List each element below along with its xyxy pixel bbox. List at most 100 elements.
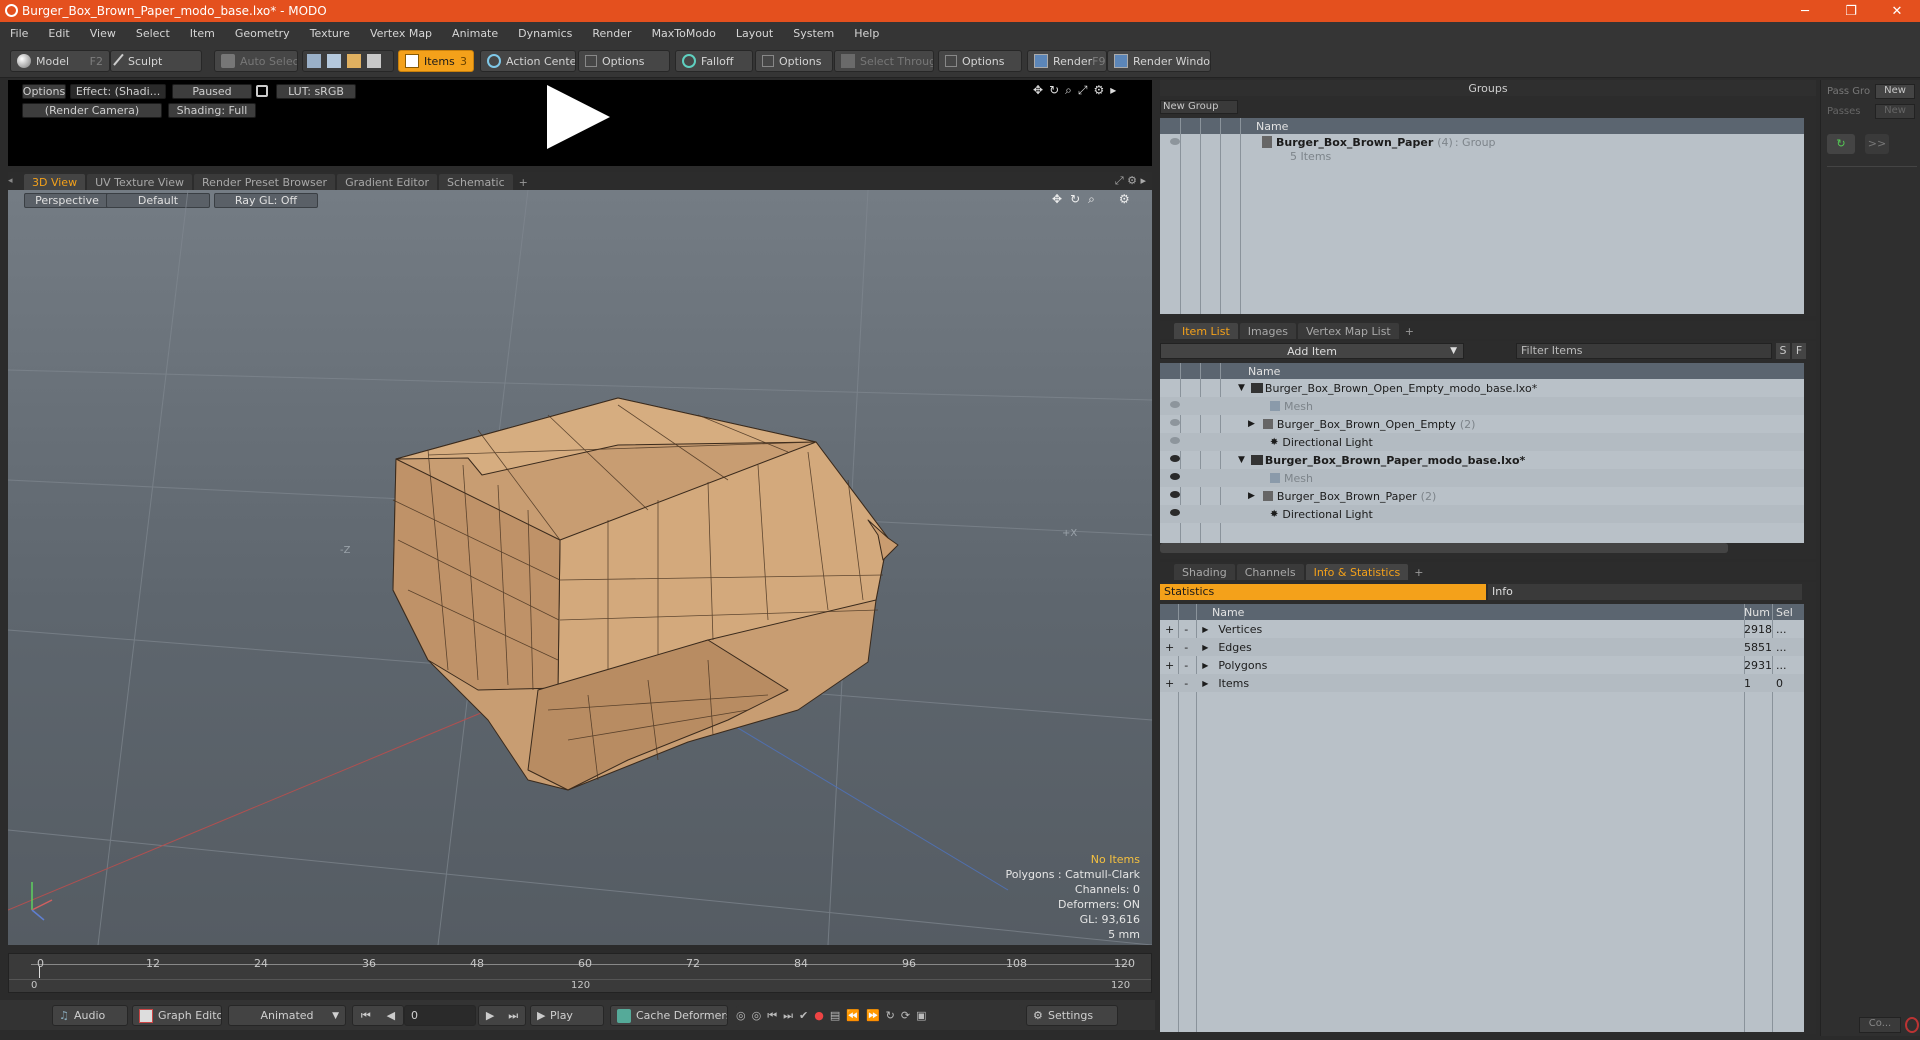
menu-item[interactable]: Item (180, 27, 225, 40)
render-window-button[interactable]: Render Window (1107, 50, 1211, 72)
graph-editor-button[interactable]: Graph Editor (132, 1005, 222, 1026)
first-frame-icon[interactable]: ⏮ (361, 1009, 371, 1023)
list-item[interactable]: ▶ Burger_Box_Brown_Paper (2) (1160, 487, 1804, 505)
visibility-eye-icon[interactable] (1170, 401, 1180, 408)
next-key-icon[interactable]: ⏭ (783, 1009, 793, 1023)
group-row[interactable]: Burger_Box_Brown_Paper (4) : Group 5 Ite… (1160, 134, 1804, 163)
groups-list[interactable]: Name Burger_Box_Brown_Paper (4) : Group … (1160, 118, 1804, 314)
tab-gradient-editor[interactable]: Gradient Editor (337, 174, 437, 190)
plus-icon[interactable]: + (1165, 623, 1174, 636)
skip-forward-icon[interactable]: ⏩ (866, 1009, 880, 1022)
tab-vertex-map-list[interactable]: Vertex Map List (1297, 323, 1399, 339)
auto-key-icon[interactable]: ✔ (799, 1009, 808, 1022)
menu-vertex-map[interactable]: Vertex Map (360, 27, 442, 40)
minus-icon[interactable]: - (1184, 641, 1188, 654)
table-row[interactable]: + - ▶ Vertices 2918 ... (1160, 620, 1804, 638)
cache-deformers-button[interactable]: Cache Deformers (610, 1005, 728, 1026)
record-icon[interactable]: ● (814, 1009, 824, 1022)
close-button[interactable]: ✕ (1874, 0, 1920, 22)
minimize-button[interactable]: ─ (1782, 0, 1828, 22)
menu-maxtomodo[interactable]: MaxToModo (642, 27, 726, 40)
move-icon[interactable]: ✥ (1033, 83, 1043, 97)
select-through-button[interactable]: Select Through (834, 50, 934, 72)
key-icon[interactable]: ◎ (736, 1009, 746, 1022)
vertex-mode-icon[interactable] (307, 54, 321, 68)
skip-back-icon[interactable]: ⏪ (846, 1009, 860, 1022)
select-through-options-button[interactable]: Options (938, 50, 1022, 72)
menu-dynamics[interactable]: Dynamics (508, 27, 582, 40)
minus-icon[interactable]: - (1184, 623, 1188, 636)
stop-icon[interactable] (1905, 1017, 1919, 1033)
sync-icon[interactable]: ⟳ (901, 1009, 910, 1022)
new-group-button[interactable]: New Group (1160, 100, 1238, 114)
add-tab-button[interactable]: + (1410, 564, 1427, 580)
statistics-tab[interactable]: Statistics (1160, 584, 1486, 600)
falloff-button[interactable]: Falloff (675, 50, 753, 72)
visibility-eye-icon[interactable] (1170, 455, 1180, 462)
tab-schematic[interactable]: Schematic (439, 174, 513, 190)
polygon-mode-icon[interactable] (347, 54, 361, 68)
tab-item-list[interactable]: Item List (1174, 323, 1238, 339)
expand-arrow-icon[interactable]: ▶ (1202, 643, 1208, 652)
new-pass-group-button[interactable]: New (1875, 84, 1915, 99)
falloff-options-button[interactable]: Options (755, 50, 833, 72)
preview-camera-dropdown[interactable]: (Render Camera) (22, 103, 162, 118)
action-center-button[interactable]: Action Center (480, 50, 576, 72)
model-mode-button[interactable]: Model F2 (10, 50, 110, 72)
arrow-right-icon[interactable]: ▸ (1110, 83, 1116, 97)
key-filter-icon[interactable]: ▤ (830, 1009, 840, 1022)
add-tab-button[interactable]: + (515, 174, 532, 190)
list-item[interactable]: ▼ Burger_Box_Brown_Open_Empty_modo_base.… (1160, 379, 1804, 397)
plus-icon[interactable]: + (1165, 641, 1174, 654)
list-item[interactable]: ✸ Directional Light (1160, 433, 1804, 451)
expand-arrow-icon[interactable]: ▶ (1202, 679, 1208, 688)
expand-arrow-icon[interactable]: ▶ (1248, 491, 1255, 501)
rotate-icon[interactable]: ↻ (1049, 83, 1059, 97)
menu-geometry[interactable]: Geometry (225, 27, 300, 40)
preview-lut-dropdown[interactable]: LUT: sRGB (276, 84, 356, 99)
sculpt-mode-button[interactable]: Sculpt (110, 50, 202, 72)
expand-arrow-icon[interactable]: ▶ (1248, 419, 1255, 429)
menu-view[interactable]: View (80, 27, 126, 40)
audio-button[interactable]: ♫ Audio (52, 1005, 128, 1026)
render-button[interactable]: Render F9 (1027, 50, 1107, 72)
filter-s-button[interactable]: S (1776, 343, 1790, 359)
timeline-ruler[interactable]: 0 12 24 36 48 60 72 84 96 108 120 0 120 … (8, 953, 1152, 993)
viewport-3d[interactable]: Perspective Default Ray GL: Off ✥ ↻ ⌕ ⚙ … (8, 190, 1152, 945)
statistics-table[interactable]: Name Num Sel + - ▶ Vertices 2918 ... + -… (1160, 604, 1804, 1032)
minus-icon[interactable]: - (1184, 677, 1188, 690)
maximize-button[interactable]: ❐ (1828, 0, 1874, 22)
expand-arrow-icon[interactable]: ▶ (1202, 625, 1208, 634)
maximize-icon[interactable]: ⤢ (1078, 83, 1088, 97)
refresh-icon[interactable]: ↻ (886, 1009, 895, 1022)
tab-info-statistics[interactable]: Info & Statistics (1305, 564, 1409, 580)
settings-button[interactable]: ⚙ Settings (1026, 1005, 1118, 1026)
add-item-dropdown[interactable]: Add Item ▼ (1160, 343, 1464, 359)
visibility-eye-icon[interactable] (1170, 138, 1180, 145)
menu-file[interactable]: File (0, 27, 38, 40)
menu-edit[interactable]: Edit (38, 27, 79, 40)
playhead[interactable] (39, 966, 40, 978)
arrow-left-icon[interactable]: ◂ (8, 176, 18, 186)
tab-images[interactable]: Images (1239, 323, 1296, 339)
visibility-eye-icon[interactable] (1170, 437, 1180, 444)
table-row[interactable]: + - ▶ Edges 5851 ... (1160, 638, 1804, 656)
item-list[interactable]: Name ▼ Burger_Box_Brown_Open_Empty_modo_… (1160, 363, 1804, 543)
visibility-eye-icon[interactable] (1170, 491, 1180, 498)
plus-icon[interactable]: + (1165, 659, 1174, 672)
list-item[interactable]: Mesh (1160, 469, 1804, 487)
expand-arrow-icon[interactable]: ▼ (1238, 455, 1245, 465)
menu-layout[interactable]: Layout (726, 27, 783, 40)
prev-key-icon[interactable]: ⏮ (767, 1009, 777, 1023)
new-pass-button[interactable]: New (1875, 104, 1915, 119)
item-list-scrollbar[interactable] (1160, 543, 1728, 553)
play-button[interactable]: ▶ Play (530, 1005, 604, 1026)
prev-frame-icon[interactable]: ◀ (387, 1009, 395, 1022)
command-input[interactable]: Co... (1859, 1017, 1901, 1033)
preview-shading-dropdown[interactable]: Shading: Full (168, 103, 256, 118)
action-center-options-button[interactable]: Options (578, 50, 670, 72)
table-row[interactable]: + - ▶ Polygons 2931 ... (1160, 656, 1804, 674)
tab-render-preset-browser[interactable]: Render Preset Browser (194, 174, 336, 190)
menu-help[interactable]: Help (844, 27, 889, 40)
preview-effect-dropdown[interactable]: Effect: (Shadi... (70, 84, 166, 99)
